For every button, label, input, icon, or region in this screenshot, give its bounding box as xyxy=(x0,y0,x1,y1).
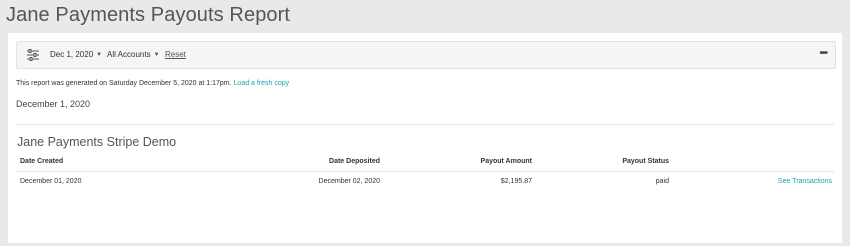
section-title: Jane Payments Stripe Demo xyxy=(17,135,177,149)
column-header-payout-status: Payout Status xyxy=(622,158,669,165)
reset-button[interactable]: Reset xyxy=(165,50,186,59)
filter-sliders-icon[interactable] xyxy=(26,48,40,62)
filter-toolbar: Dec 1, 2020 ▼ All Accounts ▼ Reset ••• xyxy=(16,41,836,69)
cell-payout-status: paid xyxy=(655,178,669,185)
more-options-icon[interactable]: ••• xyxy=(819,48,827,59)
accounts-filter-label: All Accounts xyxy=(107,50,151,59)
cell-date-deposited: December 02, 2020 xyxy=(318,178,380,185)
table-header-divider xyxy=(16,171,834,172)
see-transactions-link[interactable]: See Transactions xyxy=(732,178,832,185)
column-header-date-created: Date Created xyxy=(20,158,64,165)
refresh-link[interactable]: Load a fresh copy xyxy=(234,80,290,87)
date-filter-dropdown[interactable]: Dec 1, 2020 ▼ xyxy=(50,50,102,59)
column-header-payout-amount: Payout Amount xyxy=(480,158,532,165)
page-title: Jane Payments Payouts Report xyxy=(6,4,291,26)
report-panel: Dec 1, 2020 ▼ All Accounts ▼ Reset ••• T… xyxy=(8,33,842,243)
caret-down-icon: ▼ xyxy=(153,51,160,58)
generated-notice: This report was generated on Saturday De… xyxy=(16,80,289,87)
cell-payout-amount: $2,195.87 xyxy=(500,178,532,185)
report-date: December 1, 2020 xyxy=(16,99,91,109)
date-filter-label: Dec 1, 2020 xyxy=(50,50,94,59)
caret-down-icon: ▼ xyxy=(96,51,103,58)
section-divider xyxy=(16,124,834,125)
generated-text: This report was generated on Saturday De… xyxy=(16,80,232,87)
cell-date-created: December 01, 2020 xyxy=(20,178,82,185)
column-header-date-deposited: Date Deposited xyxy=(329,158,380,165)
accounts-filter-dropdown[interactable]: All Accounts ▼ xyxy=(107,50,160,59)
